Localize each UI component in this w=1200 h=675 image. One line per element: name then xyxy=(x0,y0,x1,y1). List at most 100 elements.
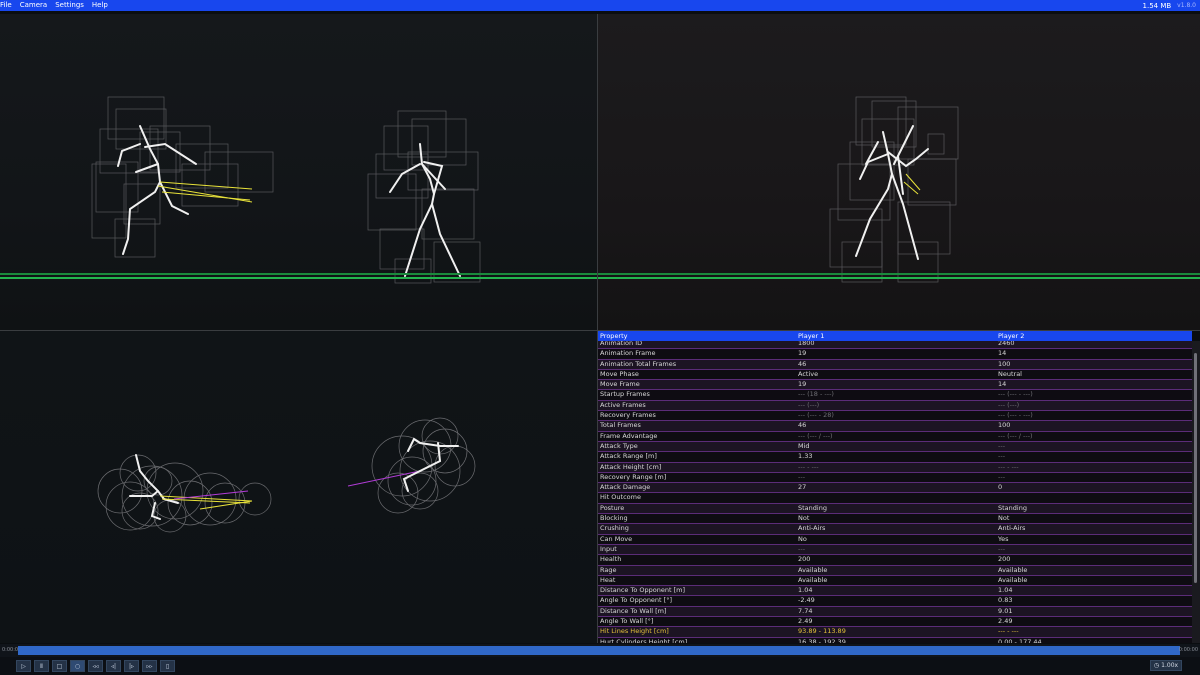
play-button[interactable]: ▷ xyxy=(16,660,31,672)
cell-player-1: Mid xyxy=(798,441,810,450)
table-row[interactable]: Move Phase Active Neutral xyxy=(598,369,1192,381)
table-row[interactable]: Recovery Frames --- (--- - 28) --- (--- - … xyxy=(598,411,1192,422)
viewport-side[interactable] xyxy=(598,14,1200,330)
fast-forward-button[interactable]: ▹▹ xyxy=(142,660,157,672)
table-row[interactable]: Attack Type Mid --- xyxy=(598,441,1192,453)
cell-property: Hit Outcome xyxy=(600,493,641,502)
table-row[interactable]: Health 200 200 xyxy=(598,555,1192,566)
table-row[interactable]: Attack Height [cm] --- - --- --- - --- xyxy=(598,462,1192,473)
cell-player-2: Available xyxy=(998,565,1028,574)
table-row[interactable]: Hit Outcome xyxy=(598,493,1192,504)
table-row[interactable]: Angle To Wall [°] 2.49 2.49 xyxy=(598,617,1192,628)
step-back-button[interactable]: ◃| xyxy=(106,660,121,672)
timeline-scrubber[interactable] xyxy=(18,646,1180,655)
floor-line-secondary xyxy=(0,277,597,279)
header-property[interactable]: Property xyxy=(598,331,796,341)
table-body: Animation ID 1800 2460 Animation Frame 19 14 A… xyxy=(598,339,1192,643)
hurt-cylinders-p2 xyxy=(371,417,476,514)
table-row[interactable]: Heat Available Available xyxy=(598,575,1192,587)
table-row[interactable]: Attack Damage 27 0 xyxy=(598,483,1192,494)
table-row[interactable]: Can Move No Yes xyxy=(598,535,1192,545)
table-row[interactable]: Hit Lines Height [cm] 93.89 - 113.89 --- -… xyxy=(598,627,1192,638)
cell-player-2: --- xyxy=(998,472,1006,481)
menu-bar: File Camera Settings Help 1.54 MB v1.8.0 xyxy=(0,0,1200,11)
side-view-scene xyxy=(598,96,1200,283)
cell-player-2: 2.49 xyxy=(998,617,1013,626)
cell-player-2: 0 xyxy=(998,483,1003,492)
table-row[interactable]: Active Frames --- (---) --- (---) xyxy=(598,400,1192,412)
cell-player-1: 46 xyxy=(798,421,807,430)
table-row[interactable]: Animation Total Frames 46 100 xyxy=(598,359,1192,370)
cell-property: Startup Frames xyxy=(600,390,650,399)
cell-player-1: No xyxy=(798,534,807,543)
cell-player-1: Available xyxy=(798,575,828,584)
cell-player-1 xyxy=(796,493,996,502)
speed-button[interactable]: ◷ 1.00x xyxy=(1150,660,1182,671)
table-row[interactable]: Animation Frame 19 14 xyxy=(598,349,1192,360)
table-row[interactable]: Hurt Cylinders Height [cm] 16.38 - 192.39… xyxy=(598,638,1192,643)
rewind-icon: ◃◃ xyxy=(92,662,99,670)
table-row[interactable]: Crushing Anti-Airs Anti-Airs xyxy=(598,524,1192,535)
cell-property: Animation Frame xyxy=(600,349,656,358)
rewind-button[interactable]: ◃◃ xyxy=(88,660,103,672)
cell-player-1: 16.38 - 192.39 xyxy=(798,637,846,643)
table-row[interactable]: Input --- --- xyxy=(598,544,1192,556)
table-row[interactable]: Rage Available Available xyxy=(598,565,1192,576)
cell-player-2: 100 xyxy=(998,421,1011,430)
cell-property: Recovery Frames xyxy=(600,411,656,420)
record-button[interactable]: ○ xyxy=(70,660,85,672)
cell-player-1: --- (--- / ---) xyxy=(798,431,833,440)
cell-player-1: 2.49 xyxy=(798,617,813,626)
cell-property: Active Frames xyxy=(600,400,646,409)
cell-player-1: Not xyxy=(798,514,810,523)
table-row[interactable]: Move Frame 19 14 xyxy=(598,380,1192,391)
table-row[interactable]: Angle To Opponent [°] -2.49 0.83 xyxy=(598,596,1192,607)
menu-camera[interactable]: Camera xyxy=(16,0,51,11)
header-player-2[interactable]: Player 2 xyxy=(996,331,1192,341)
viewport-front[interactable] xyxy=(0,14,597,330)
cell-player-2: Neutral xyxy=(998,369,1022,378)
record-icon: ○ xyxy=(74,662,81,670)
menu-file[interactable]: File xyxy=(0,0,16,11)
playback-toolbar: ▷ Ⅱ □ ○ ◃◃ ◃| |▹ ▹▹ ▯ xyxy=(0,657,1200,675)
cell-player-1: 200 xyxy=(798,555,811,564)
table-row[interactable]: Startup Frames --- (18 - ---) --- (--- - -… xyxy=(598,390,1192,401)
cell-player-2: 100 xyxy=(998,359,1011,368)
header-player-1[interactable]: Player 1 xyxy=(796,331,996,341)
cell-player-1: --- (---) xyxy=(798,400,820,409)
table-scrollbar[interactable] xyxy=(1192,341,1200,643)
stop-button[interactable]: □ xyxy=(52,660,67,672)
menu-help[interactable]: Help xyxy=(88,0,112,11)
pause-button[interactable]: Ⅱ xyxy=(34,660,49,672)
cell-property: Distance To Opponent [m] xyxy=(600,586,685,595)
cell-player-2: 200 xyxy=(998,555,1011,564)
cell-player-2: --- (---) xyxy=(998,400,1020,409)
cell-property: Angle To Wall [°] xyxy=(600,617,654,626)
cell-player-2: 14 xyxy=(998,380,1007,389)
table-row[interactable]: Recovery Range [m] --- --- xyxy=(598,472,1192,484)
cell-property: Attack Range [m] xyxy=(600,452,657,461)
viewport-top[interactable] xyxy=(0,331,597,643)
cell-player-2: 1.04 xyxy=(998,586,1013,595)
cell-player-2: --- xyxy=(998,441,1006,450)
table-row[interactable]: Total Frames 46 100 xyxy=(598,421,1192,432)
memory-usage: 1.54 MB xyxy=(1142,1,1172,10)
floor-line-side xyxy=(598,273,1200,275)
table-row[interactable]: Distance To Opponent [m] 1.04 1.04 xyxy=(598,586,1192,597)
step-forward-button[interactable]: |▹ xyxy=(124,660,139,672)
trash-button[interactable]: ▯ xyxy=(160,660,175,672)
cell-property: Total Frames xyxy=(600,421,641,430)
table-row[interactable]: Posture Standing Standing xyxy=(598,503,1192,515)
table-row[interactable]: Frame Advantage --- (--- / ---) --- (--- /… xyxy=(598,432,1192,442)
table-row[interactable]: Attack Range [m] 1.33 --- xyxy=(598,452,1192,463)
cell-player-1: --- - --- xyxy=(798,462,819,471)
cell-property: Posture xyxy=(600,503,625,512)
cell-player-1: 27 xyxy=(798,483,807,492)
cell-player-1: 19 xyxy=(798,349,807,358)
cell-player-2: Yes xyxy=(998,534,1009,543)
skeleton-p2 xyxy=(389,143,461,277)
menu-settings[interactable]: Settings xyxy=(51,0,88,11)
table-row[interactable]: Blocking Not Not xyxy=(598,514,1192,525)
scrollbar-thumb[interactable] xyxy=(1194,353,1197,583)
table-row[interactable]: Distance To Wall [m] 7.74 9.01 xyxy=(598,606,1192,618)
